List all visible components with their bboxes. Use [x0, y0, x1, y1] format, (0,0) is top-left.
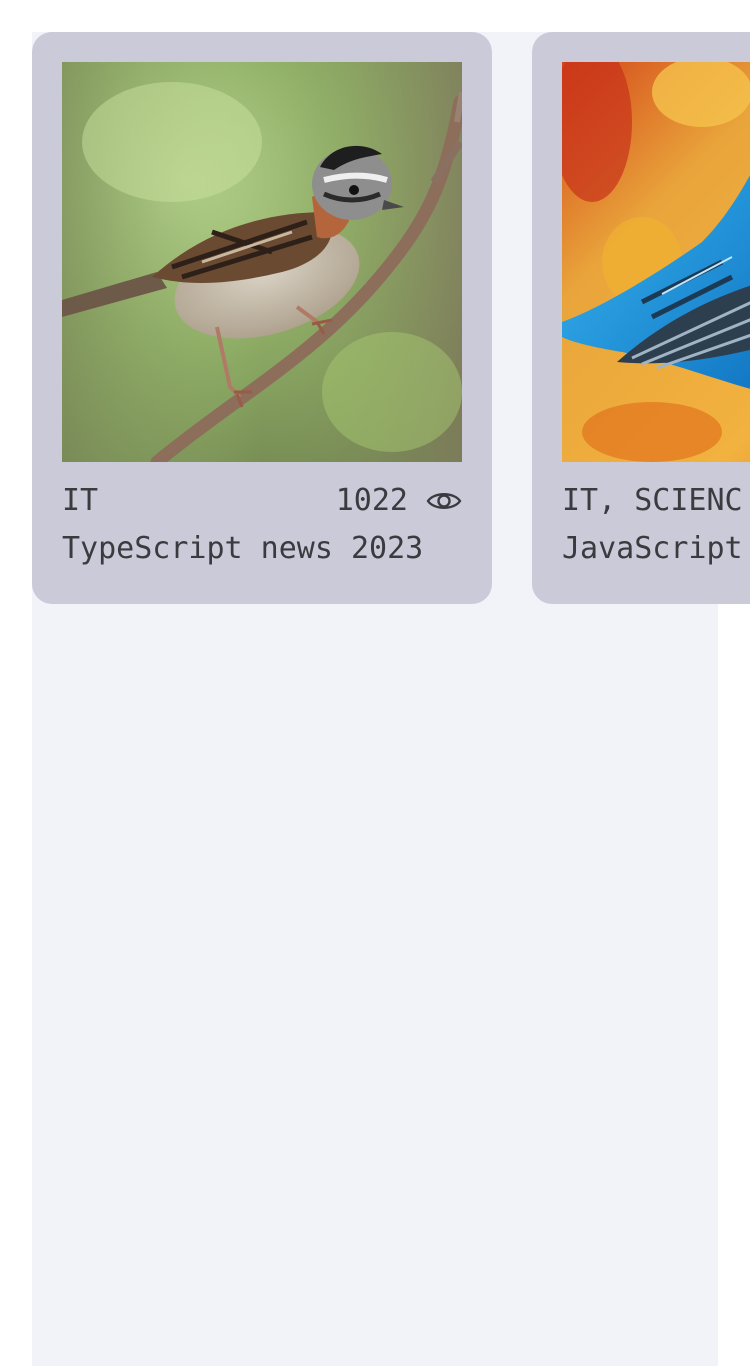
article-card[interactable]: IT 1022 TypeScript news 2023 — [32, 32, 492, 604]
article-list: IT 1022 TypeScript news 2023 IT, SCIENC … — [32, 32, 750, 604]
view-count: 1022 — [335, 483, 408, 518]
eye-icon — [426, 493, 462, 509]
card-meta: IT 1022 — [62, 482, 462, 520]
view-counter: 1022 — [336, 482, 462, 520]
article-title: JavaScript — [562, 531, 743, 566]
article-title: TypeScript news 2023 — [62, 531, 424, 566]
card-meta: IT, SCIENC — [562, 482, 750, 520]
article-card[interactable]: IT, SCIENC JavaScript — [532, 32, 750, 604]
category-label: IT, SCIENC — [562, 483, 743, 518]
sparrow-photo — [62, 62, 462, 462]
blue-bird-photo — [562, 62, 750, 462]
category-label: IT — [62, 483, 99, 518]
